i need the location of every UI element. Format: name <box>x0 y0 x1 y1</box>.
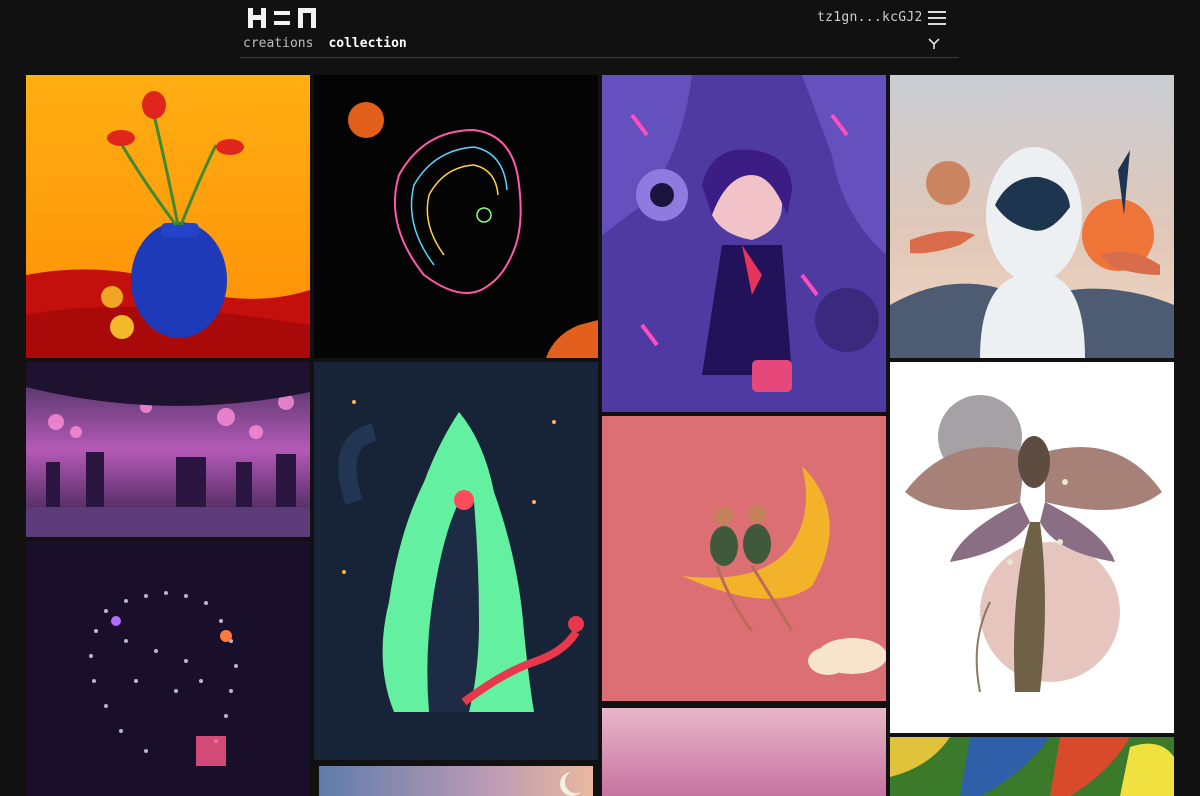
artwork-future-city[interactable] <box>26 362 310 537</box>
artwork-moth-moon[interactable] <box>890 362 1174 733</box>
artwork-green-figure-peacock[interactable] <box>314 362 598 760</box>
artwork-neon-head[interactable] <box>314 75 598 358</box>
artwork-pale-figure[interactable] <box>890 75 1174 358</box>
hen-logo[interactable] <box>248 8 320 28</box>
tab-creations[interactable]: creations <box>243 36 313 51</box>
profile-tabs: creations collection <box>243 36 407 51</box>
artwork-jungle[interactable] <box>890 737 1174 796</box>
hamburger-icon[interactable] <box>928 11 946 25</box>
artwork-pink-gradient[interactable] <box>602 708 886 796</box>
artwork-sunset-moon[interactable] <box>319 766 593 796</box>
artwork-moon-women[interactable] <box>602 416 886 701</box>
wallet-address[interactable]: tz1gn...kcGJ2 <box>817 10 923 25</box>
artwork-particle-head[interactable] <box>26 541 310 796</box>
tab-collection[interactable]: collection <box>328 36 406 51</box>
filter-icon[interactable] <box>928 38 940 54</box>
artwork-tulips-vase[interactable] <box>26 75 310 358</box>
artwork-purple-schoolgirl[interactable] <box>602 75 886 412</box>
header-divider <box>240 57 959 58</box>
